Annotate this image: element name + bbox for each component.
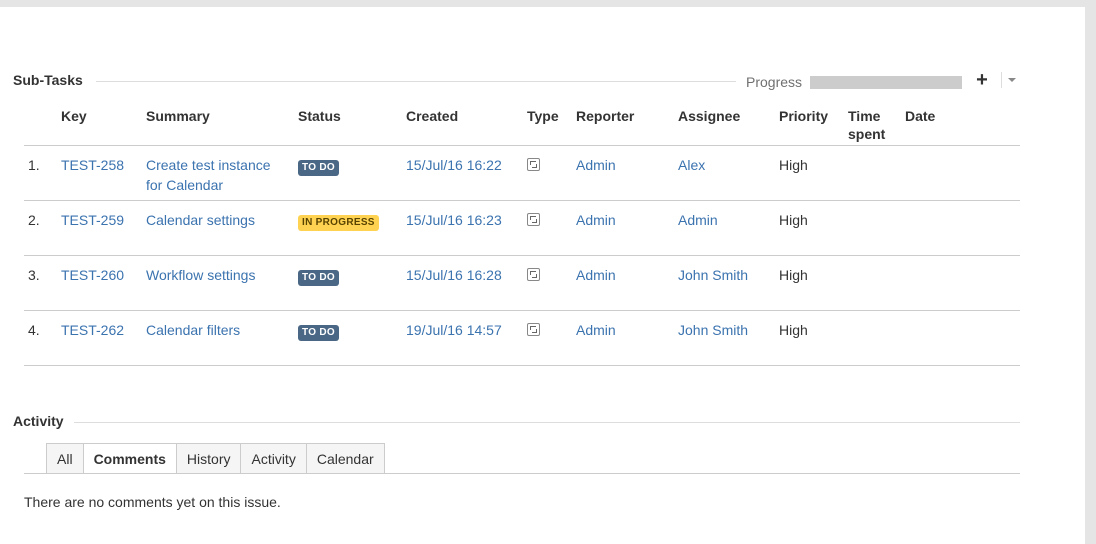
column-header-number — [24, 98, 61, 146]
status-badge: TO DO — [298, 324, 339, 341]
row-number: 1. — [24, 145, 61, 201]
issue-key-link[interactable]: TEST-259 — [61, 212, 124, 228]
tab-all[interactable]: All — [46, 443, 84, 474]
activity-divider — [74, 422, 1020, 423]
subtask-icon — [527, 267, 540, 281]
status-badge: TO DO — [298, 269, 339, 286]
empty-comments-message: There are no comments yet on this issue. — [24, 494, 281, 510]
table-header-row: Key Summary Status Created Type Reporter… — [24, 98, 1020, 146]
issue-key-link[interactable]: TEST-260 — [61, 267, 124, 283]
subtasks-table: Key Summary Status Created Type Reporter… — [24, 98, 1020, 366]
column-header-summary[interactable]: Summary — [146, 98, 298, 146]
reporter-link[interactable]: Admin — [576, 267, 616, 283]
column-header-type[interactable]: Type — [527, 98, 576, 146]
issue-summary-link[interactable]: Create test instance for Calendar — [146, 157, 271, 193]
column-header-time-spent[interactable]: Time spent — [848, 98, 905, 146]
activity-header: Activity — [13, 413, 70, 429]
table-row: 2. TEST-259 Calendar settings IN PROGRES… — [24, 200, 1020, 256]
status-badge: IN PROGRESS — [298, 214, 379, 231]
tab-activity[interactable]: Activity — [241, 443, 307, 474]
subtasks-title: Sub-Tasks — [13, 72, 89, 88]
reporter-link[interactable]: Admin — [576, 212, 616, 228]
tabs-divider — [24, 473, 1020, 474]
column-header-date[interactable]: Date — [905, 98, 1020, 146]
tab-calendar[interactable]: Calendar — [306, 443, 385, 474]
subtasks-header: Sub-Tasks — [13, 72, 89, 88]
top-border — [0, 0, 1096, 7]
priority-value: High — [779, 145, 848, 201]
issue-key-link[interactable]: TEST-262 — [61, 322, 124, 338]
toolbar-separator — [1001, 72, 1002, 88]
add-subtask-button[interactable]: + — [972, 70, 992, 90]
column-header-priority[interactable]: Priority — [779, 98, 848, 146]
time-spent-value — [848, 200, 905, 256]
subtask-icon — [527, 212, 540, 226]
progress-label: Progress — [746, 74, 803, 90]
activity-tabs: All Comments History Activity Calendar — [46, 443, 385, 474]
reporter-link[interactable]: Admin — [576, 157, 616, 173]
column-header-reporter[interactable]: Reporter — [576, 98, 678, 146]
priority-value: High — [779, 310, 848, 366]
column-header-key[interactable]: Key — [61, 98, 146, 146]
tab-comments[interactable]: Comments — [83, 443, 177, 474]
row-number: 4. — [24, 310, 61, 366]
table-row: 4. TEST-262 Calendar filters TO DO 19/Ju… — [24, 310, 1020, 366]
assignee-link[interactable]: John Smith — [678, 267, 748, 283]
subtask-icon — [527, 322, 540, 336]
time-spent-value — [848, 255, 905, 311]
status-badge: TO DO — [298, 159, 339, 176]
priority-value: High — [779, 255, 848, 311]
progress-indicator: Progress — [746, 74, 963, 90]
right-border — [1085, 0, 1096, 544]
issue-summary-link[interactable]: Workflow settings — [146, 267, 255, 283]
tab-history[interactable]: History — [176, 443, 242, 474]
chevron-down-icon[interactable] — [1006, 72, 1018, 86]
time-spent-value — [848, 310, 905, 366]
issue-summary-link[interactable]: Calendar filters — [146, 322, 240, 338]
date-value — [905, 310, 1020, 366]
column-header-created[interactable]: Created — [406, 98, 527, 146]
assignee-link[interactable]: Alex — [678, 157, 705, 173]
progress-bar — [810, 75, 963, 89]
subtasks-divider — [96, 81, 736, 82]
date-value — [905, 145, 1020, 201]
table-row: 3. TEST-260 Workflow settings TO DO 15/J… — [24, 255, 1020, 311]
activity-title: Activity — [13, 413, 70, 429]
subtask-icon — [527, 157, 540, 171]
priority-value: High — [779, 200, 848, 256]
date-value — [905, 200, 1020, 256]
issue-key-link[interactable]: TEST-258 — [61, 157, 124, 173]
created-date-link[interactable]: 15/Jul/16 16:22 — [406, 157, 502, 173]
row-number: 3. — [24, 255, 61, 311]
assignee-link[interactable]: John Smith — [678, 322, 748, 338]
column-header-status[interactable]: Status — [298, 98, 406, 146]
created-date-link[interactable]: 19/Jul/16 14:57 — [406, 322, 502, 338]
reporter-link[interactable]: Admin — [576, 322, 616, 338]
created-date-link[interactable]: 15/Jul/16 16:28 — [406, 267, 502, 283]
table-row: 1. TEST-258 Create test instance for Cal… — [24, 145, 1020, 201]
row-number: 2. — [24, 200, 61, 256]
time-spent-value — [848, 145, 905, 201]
issue-summary-link[interactable]: Calendar settings — [146, 212, 255, 228]
column-header-assignee[interactable]: Assignee — [678, 98, 779, 146]
assignee-link[interactable]: Admin — [678, 212, 718, 228]
created-date-link[interactable]: 15/Jul/16 16:23 — [406, 212, 502, 228]
date-value — [905, 255, 1020, 311]
